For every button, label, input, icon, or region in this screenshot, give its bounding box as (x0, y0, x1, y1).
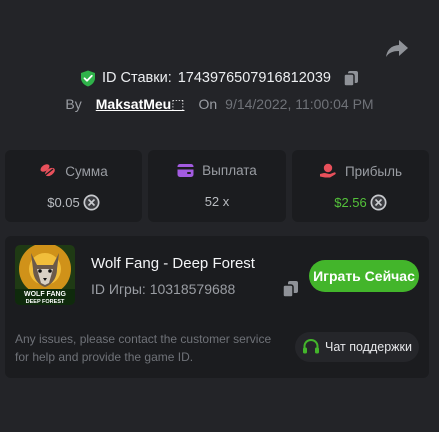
payout-value: 52 x (204, 194, 230, 209)
copy-game-id-icon[interactable] (282, 280, 299, 298)
wallet-icon (177, 164, 194, 177)
payout-stat: Выплата 52 x (148, 150, 286, 222)
game-thumbnail[interactable]: WOLF FANG DEEP FOREST (15, 245, 75, 305)
thumbnail-title-line1: WOLF FANG (24, 291, 67, 298)
play-now-button[interactable]: Играть Сейчас (309, 260, 419, 292)
thumbnail-title-line2: DEEP FOREST (26, 299, 65, 305)
support-help-text: Any issues, please contact the customer … (15, 332, 272, 364)
bet-author-row: By MaksatMeu⬚ On 9/14/2022, 11:00:04 PM (0, 94, 439, 114)
stack-coins-icon (40, 164, 56, 178)
hand-coin-icon (319, 163, 336, 178)
game-id-label: ID Игры: (91, 281, 146, 297)
payout-label: Выплата (202, 163, 257, 178)
on-label: On (198, 96, 218, 112)
profit-stat: Прибыль $2.56 (292, 150, 429, 222)
support-chat-button[interactable]: Чат поддержки (295, 332, 419, 362)
game-title[interactable]: Wolf Fang - Deep Forest (91, 255, 255, 272)
shield-check-icon (81, 70, 96, 86)
bet-id-row: ID Ставки: 1743976507916812039 (0, 67, 439, 89)
amount-stat: Сумма $0.05 (5, 150, 142, 222)
bet-datetime: 9/14/2022, 11:00:04 PM (225, 96, 374, 112)
profit-label: Прибыль (344, 163, 403, 179)
bet-id-value: 1743976507916812039 (177, 70, 331, 86)
game-id-value: 10318579688 (149, 281, 236, 297)
headset-icon (303, 338, 320, 354)
coin-icon (83, 194, 100, 211)
bet-id-label: ID Ставки: (102, 70, 172, 86)
copy-bet-id-icon[interactable] (343, 70, 359, 87)
username-link[interactable]: MaksatMeu⬚ (96, 96, 185, 113)
amount-label: Сумма (65, 163, 108, 179)
amount-value: $0.05 (47, 195, 80, 210)
coin-icon (370, 194, 387, 211)
by-label: By (65, 96, 82, 112)
share-icon[interactable] (385, 37, 409, 59)
profit-value: $2.56 (334, 195, 367, 210)
game-id: ID Игры: 10318579688 (91, 281, 235, 297)
game-card: WOLF FANG DEEP FOREST Wolf Fang - Deep F… (5, 236, 429, 378)
bet-details-page: ID Ставки: 1743976507916812039 By Maksat… (0, 0, 439, 432)
support-chat-label: Чат поддержки (325, 340, 412, 354)
